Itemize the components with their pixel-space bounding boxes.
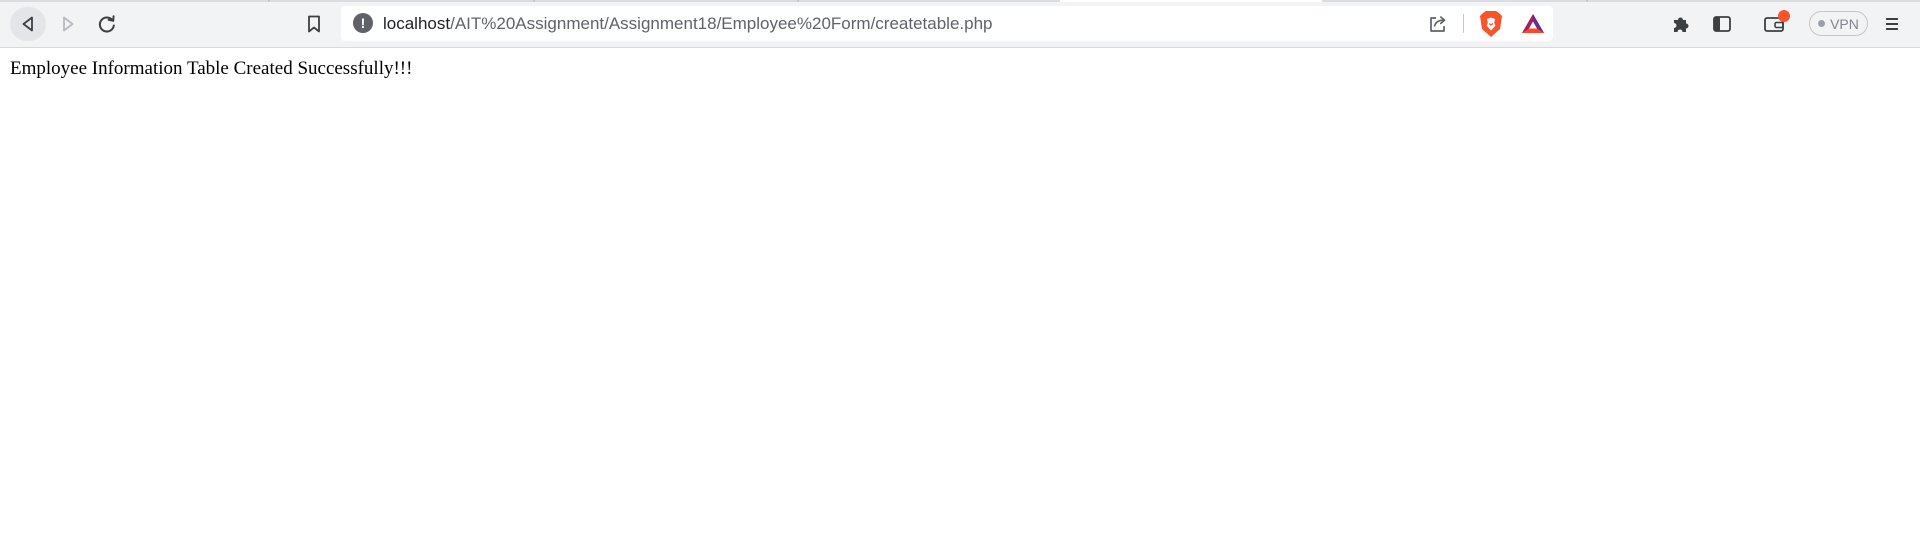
url-path: /AIT%20Assignment/Assignment18/Employee%… — [450, 14, 993, 33]
info-icon[interactable]: ! — [353, 13, 373, 33]
address-bar[interactable]: ! localhost/AIT%20Assignment/Assignment1… — [341, 6, 1553, 41]
sidebar-icon — [1713, 16, 1731, 32]
reload-icon — [98, 15, 115, 33]
sidebar-button[interactable] — [1708, 10, 1736, 38]
url-host: localhost — [383, 14, 451, 33]
browser-toolbar: ! localhost/AIT%20Assignment/Assignment1… — [0, 0, 1920, 48]
forward-arrow-icon — [63, 16, 74, 32]
brave-shield-icon[interactable] — [1478, 10, 1504, 38]
tab-separator — [797, 0, 799, 2]
reload-button[interactable] — [89, 7, 125, 41]
notification-badge — [1778, 10, 1790, 22]
tab-strip-edge — [0, 0, 1920, 2]
forward-button[interactable] — [50, 7, 86, 41]
success-message: Employee Information Table Created Succe… — [10, 58, 413, 79]
extensions-button[interactable] — [1667, 10, 1695, 38]
wallet-button[interactable] — [1760, 10, 1790, 38]
active-tab-edge[interactable] — [1060, 0, 1322, 2]
bookmark-button[interactable] — [296, 7, 332, 41]
back-arrow-icon — [22, 16, 33, 32]
menu-button[interactable] — [1878, 10, 1906, 38]
url-text[interactable]: localhost/AIT%20Assignment/Assignment18/… — [383, 14, 993, 34]
back-button[interactable] — [10, 7, 46, 41]
share-icon[interactable] — [1426, 12, 1450, 36]
tab-separator — [268, 0, 270, 2]
vpn-button[interactable]: VPN — [1809, 11, 1868, 36]
bat-rewards-icon[interactable] — [1520, 12, 1546, 36]
divider — [1463, 14, 1464, 33]
page-content: Employee Information Table Created Succe… — [0, 48, 1920, 555]
bookmark-icon — [308, 15, 320, 33]
vpn-label: VPN — [1830, 15, 1859, 32]
puzzle-icon — [1674, 17, 1689, 32]
hamburger-menu-icon — [1886, 18, 1898, 30]
tab-separator — [533, 0, 535, 2]
tab-separator — [1586, 0, 1588, 2]
vpn-status-dot — [1818, 20, 1826, 27]
